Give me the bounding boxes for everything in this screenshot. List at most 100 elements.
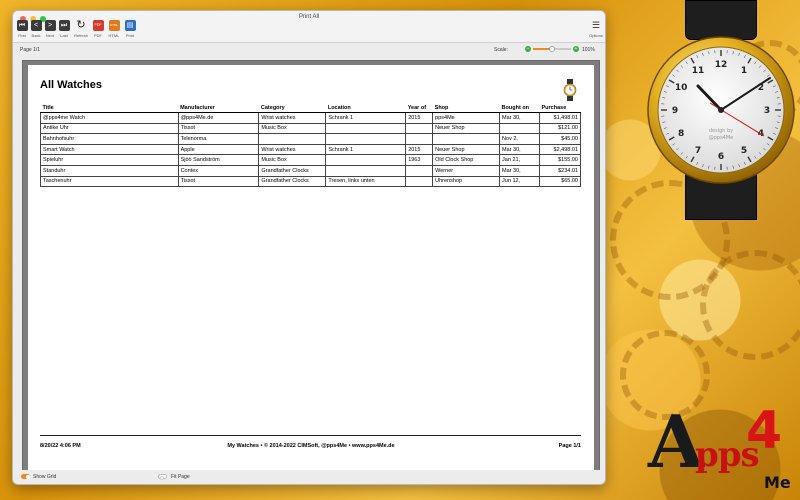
table-cell xyxy=(405,133,434,145)
column-header[interactable]: Manufacturer xyxy=(178,105,259,113)
column-header[interactable]: Shop xyxy=(432,105,500,113)
column-header[interactable]: Purchase xyxy=(539,105,581,113)
table-cell xyxy=(325,122,407,135)
table-cell: Old Clock Shop xyxy=(432,154,501,166)
zoom-out-button[interactable]: − xyxy=(525,46,531,52)
watch-numeral: 9 xyxy=(672,106,678,116)
table-cell: Sjöö Sandström xyxy=(177,154,260,166)
table-row[interactable]: Antike Uhr Tissot Music Box Neuer Shop $… xyxy=(40,122,581,135)
table-cell: Uhrenshop xyxy=(432,175,501,188)
table-cell xyxy=(325,164,407,177)
watch-decoration: 121234567891011 design by @pps4Me xyxy=(640,0,800,222)
watch-credit-line2: @pps4Me xyxy=(709,135,734,141)
toggle-knob xyxy=(25,474,30,479)
table-cell: Grandfather Clocks xyxy=(258,164,327,177)
column-header[interactable]: Year of xyxy=(405,105,433,113)
table-row[interactable]: Smart Watch Apple Wrist watches Schrank … xyxy=(40,143,581,156)
fit-page-label: Fit Page xyxy=(171,474,190,480)
table-cell: Contex xyxy=(177,164,260,177)
first-label: First xyxy=(18,33,26,38)
watch-numeral: 3 xyxy=(764,106,770,116)
table-cell: Spieluhr xyxy=(40,154,179,166)
pdf-label: PDF xyxy=(94,33,102,38)
gear-icon xyxy=(700,250,800,360)
table-cell: pps4Me xyxy=(432,112,501,124)
table-cell: Schrank 1 xyxy=(325,112,407,124)
zoom-in-button[interactable]: + xyxy=(573,46,579,52)
table-row[interactable]: Standuhr Contex Grandfather Clocks Werne… xyxy=(40,164,581,177)
table-row[interactable]: Taschenuhr Tissot Grandfather Clocks Tre… xyxy=(40,175,581,188)
column-header[interactable]: Category xyxy=(258,105,326,113)
html-icon: HTML xyxy=(108,20,120,31)
table-cell xyxy=(325,133,407,145)
footer-copyright: My Watches • © 2014-2022 CIMSoft, @pps4M… xyxy=(227,443,395,449)
last-label: Last xyxy=(60,33,68,38)
print-button[interactable]: ▤ Print xyxy=(123,20,137,38)
table-cell: Bahnhofsuhr xyxy=(40,133,179,145)
fit-page-toggle[interactable] xyxy=(158,474,167,480)
column-header[interactable]: Title xyxy=(40,105,179,113)
show-grid-toggle[interactable] xyxy=(21,474,30,479)
watch-credit-line1: design by xyxy=(709,128,733,134)
column-header[interactable]: Location xyxy=(325,105,406,113)
table-cell xyxy=(405,122,434,135)
table-cell: Grandfather Clocks xyxy=(258,175,327,188)
next-button[interactable]: > Next xyxy=(43,20,57,38)
table-cell: Music Box xyxy=(258,154,327,166)
sliders-icon: ☰ xyxy=(591,20,601,30)
table-row[interactable]: @pps4me Watch @pps4Me.de Wrist watches S… xyxy=(40,112,581,124)
watch-thumbnail-icon xyxy=(563,79,577,101)
table-cell: $2,498.01 xyxy=(539,143,581,156)
table-cell: Nov 2, xyxy=(499,133,540,145)
watch-numeral: 5 xyxy=(741,146,747,156)
watch-face-icon: 121234567891011 design by @pps4Me xyxy=(647,36,795,184)
print-window: Print All ⏮ First < Back > Next ⏭ Last ↻… xyxy=(12,10,606,485)
back-button[interactable]: < Back xyxy=(29,20,43,38)
table-cell: Wrist watches xyxy=(258,112,327,124)
report-page: All Watches Title Manufacturer Category … xyxy=(28,65,594,472)
scale-slider-knob[interactable] xyxy=(549,46,556,52)
watch-numeral: 12 xyxy=(715,60,728,70)
refresh-button[interactable]: ↻ Refresh xyxy=(74,20,88,39)
options-button[interactable]: ☰ Options xyxy=(589,20,603,38)
watch-numeral: 11 xyxy=(692,66,705,76)
table-cell: Telenorma xyxy=(177,133,260,145)
first-button[interactable]: ⏮ First xyxy=(15,20,29,38)
table-cell: Music Box xyxy=(258,122,327,135)
table-cell: Mar 30, xyxy=(499,164,540,177)
html-label: HTML xyxy=(108,33,120,38)
next-page-icon: > xyxy=(44,20,56,31)
printer-icon: ▤ xyxy=(124,20,136,31)
watch-numeral: 10 xyxy=(675,83,688,93)
table-cell xyxy=(499,122,540,135)
table-row[interactable]: Spieluhr Sjöö Sandström Music Box 1963 O… xyxy=(40,154,581,166)
table-cell: Neuer Shop xyxy=(432,143,501,156)
table-cell: @pps4me Watch xyxy=(40,112,179,124)
scale-slider[interactable] xyxy=(533,46,571,52)
table-cell: Neuer Shop xyxy=(432,122,501,135)
column-header[interactable]: Bought on xyxy=(499,105,540,113)
last-button[interactable]: ⏭ Last xyxy=(57,20,71,38)
preview-area[interactable]: All Watches Title Manufacturer Category … xyxy=(22,60,600,473)
zoom-value: 101% xyxy=(582,47,595,53)
table-cell xyxy=(405,175,434,188)
table-cell xyxy=(258,133,327,145)
logo-number-four: 4 xyxy=(746,401,783,461)
first-page-icon: ⏮ xyxy=(16,20,28,31)
watch-numeral: 7 xyxy=(695,146,701,156)
pdf-button[interactable]: PDF PDF xyxy=(91,20,105,38)
table-cell: Jan 21, xyxy=(499,154,540,166)
watch-numeral: 6 xyxy=(718,152,724,162)
table-row[interactable]: Bahnhofsuhr Telenorma Nov 2, $45.00 xyxy=(40,133,581,145)
table-cell xyxy=(325,154,407,166)
table-cell: Apple xyxy=(177,143,260,156)
back-label: Back xyxy=(31,33,41,38)
print-label: Print xyxy=(125,33,135,38)
table-cell: Mar 30, xyxy=(499,143,540,156)
apps4me-logo: A pps 4 Me xyxy=(648,399,800,500)
html-button[interactable]: HTML HTML xyxy=(107,20,121,38)
table-cell xyxy=(405,164,434,177)
table-cell: Mar 30, xyxy=(499,112,540,124)
toggle-knob xyxy=(159,475,164,480)
table-cell: Antike Uhr xyxy=(40,122,179,135)
